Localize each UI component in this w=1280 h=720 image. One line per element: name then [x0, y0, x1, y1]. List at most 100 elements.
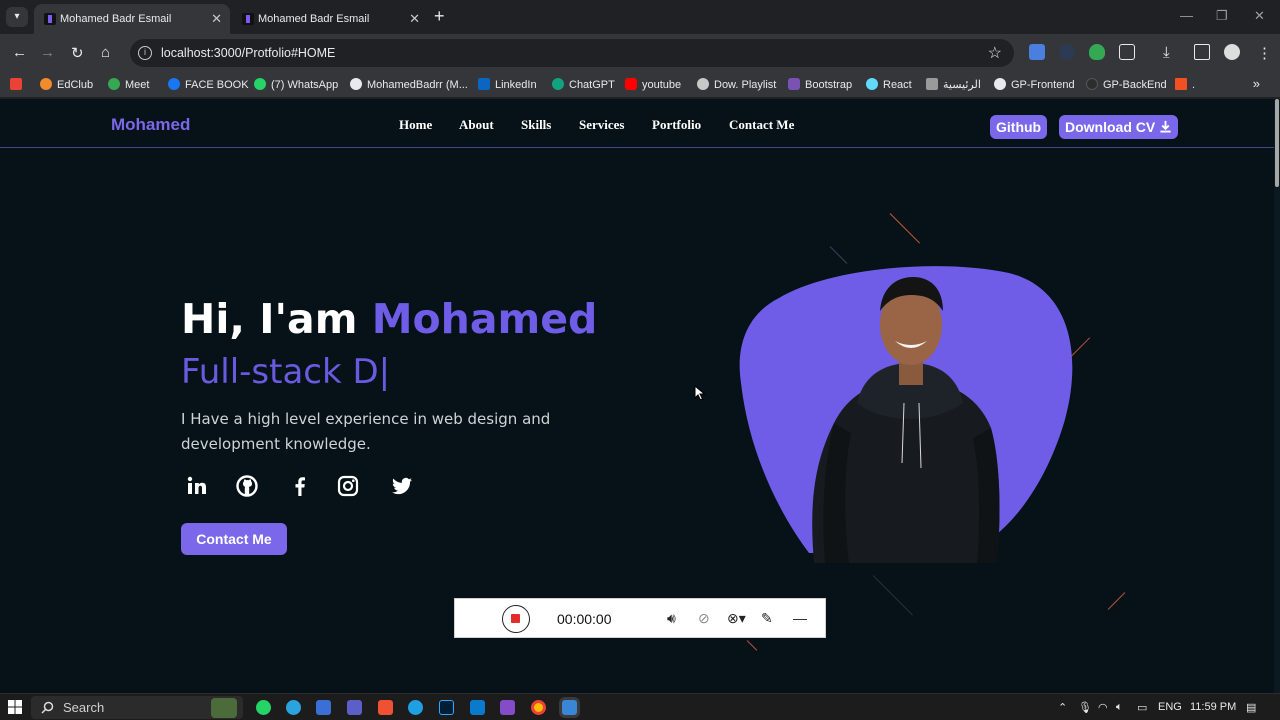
minimize-recorder-icon[interactable]: —: [793, 610, 807, 626]
mouse-cursor-icon: [694, 385, 706, 401]
wifi-icon[interactable]: ◠: [1098, 701, 1108, 714]
tab-inactive[interactable]: Mohamed Badr Esmail ✕: [232, 4, 428, 34]
screen-recorder-app-icon[interactable]: [562, 700, 577, 715]
visual-studio-app-icon[interactable]: [500, 700, 515, 715]
react-devtools-icon[interactable]: [1059, 44, 1075, 60]
bookmark-facebook[interactable]: FACE BOOK: [168, 78, 249, 91]
edge-app-icon[interactable]: [408, 700, 423, 715]
download-icon: [1160, 120, 1171, 133]
nav-contact[interactable]: Contact Me: [729, 117, 794, 133]
speaker-icon[interactable]: 🔊︎: [667, 610, 676, 627]
forward-icon[interactable]: →: [40, 44, 55, 61]
git-app-icon[interactable]: [378, 700, 393, 715]
whatsapp-app-icon[interactable]: [256, 700, 271, 715]
search-icon: [41, 701, 54, 714]
recording-timer: 00:00:00: [557, 611, 612, 627]
home-icon[interactable]: ⌂: [101, 44, 110, 61]
extensions-puzzle-icon[interactable]: [1119, 44, 1135, 60]
scrollbar-thumb[interactable]: [1275, 99, 1279, 187]
profile-avatar[interactable]: [1224, 44, 1240, 60]
microphone-off-icon[interactable]: ⊘: [698, 610, 710, 627]
close-window-icon[interactable]: ✕: [1254, 8, 1265, 24]
back-icon[interactable]: ←: [12, 44, 27, 61]
browser-toolbar: ← → ↻ ⌂ i localhost:3000/Protfolio#HOME …: [0, 34, 1280, 72]
tab-title: Mohamed Badr Esmail: [60, 13, 172, 25]
url-text[interactable]: localhost:3000/Protfolio#HOME: [161, 46, 335, 60]
bookmark-linkedin[interactable]: LinkedIn: [478, 78, 537, 91]
screen-recorder-bar: 00:00:00 🔊︎ ⊘ ⊗▾ ✎ —: [454, 598, 826, 638]
shield-extension-icon[interactable]: [1089, 44, 1105, 60]
bookmark-star-icon[interactable]: ☆: [988, 43, 1002, 63]
task-view-icon[interactable]: [316, 700, 331, 715]
bookmark-gp-frontend[interactable]: GP-Frontend: [994, 78, 1075, 91]
tab-active[interactable]: Mohamed Badr Esmail ✕: [34, 4, 230, 34]
bookmark-whatsapp[interactable]: (7) WhatsApp: [254, 78, 338, 91]
bookmark-youtube[interactable]: youtube: [625, 78, 681, 91]
bookmark-edclub[interactable]: EdClub: [40, 78, 93, 91]
nav-home[interactable]: Home: [399, 117, 432, 133]
site-info-icon[interactable]: i: [138, 46, 152, 60]
bookmark-bootstrap[interactable]: Bootstrap: [788, 78, 852, 91]
new-tab-button[interactable]: +: [434, 6, 445, 27]
notifications-icon[interactable]: ▤: [1246, 701, 1256, 714]
search-highlight-icon: [211, 698, 237, 718]
windows-taskbar: Search ⌃ 🎙︎ ◠ 🔈︎ ▭ ENG 11:59 PM ▤: [0, 693, 1280, 720]
bookmarks-bar: EdClub Meet FACE BOOK (7) WhatsApp Moham…: [0, 72, 1280, 98]
pen-icon[interactable]: ✎: [761, 610, 773, 627]
reload-icon[interactable]: ↻: [71, 44, 84, 62]
bookmark-github-profile[interactable]: MohamedBadrr (M...: [350, 78, 468, 91]
close-tab-icon[interactable]: ✕: [211, 11, 222, 27]
gmail-bookmark-icon[interactable]: [10, 78, 27, 91]
translate-extension-icon[interactable]: [1029, 44, 1045, 60]
bookmark-meet[interactable]: Meet: [108, 78, 149, 91]
bookmark-playlist[interactable]: Dow. Playlist: [697, 78, 776, 91]
github-button[interactable]: Github: [990, 115, 1048, 139]
site-favicon-icon: [44, 13, 56, 25]
photoshop-app-icon[interactable]: [439, 700, 454, 715]
nav-skills[interactable]: Skills: [521, 117, 551, 133]
taskbar-search[interactable]: Search: [31, 696, 243, 719]
battery-icon[interactable]: ▭: [1137, 701, 1147, 714]
site-navbar: Mohamed Home About Skills Services Portf…: [0, 99, 1274, 148]
tab-strip: ▾ Mohamed Badr Esmail ✕ Mohamed Badr Esm…: [0, 0, 1280, 34]
more-bookmarks-icon[interactable]: »: [1253, 76, 1260, 91]
download-icon[interactable]: ⤓: [1163, 44, 1170, 61]
nav-about[interactable]: About: [459, 117, 494, 133]
decor-line: [889, 213, 921, 244]
bookmark-microsoft[interactable]: .: [1175, 78, 1195, 91]
menu-kebab-icon[interactable]: ⋮: [1257, 44, 1272, 62]
site-brand[interactable]: Mohamed: [111, 115, 190, 135]
instagram-icon[interactable]: [336, 474, 362, 500]
twitter-icon[interactable]: [390, 474, 416, 500]
download-cv-button[interactable]: Download CV: [1059, 115, 1179, 139]
github-icon[interactable]: [235, 474, 261, 500]
bookmark-gp-backend[interactable]: GP-BackEnd: [1086, 78, 1167, 91]
bookmark-arabic-home[interactable]: الرئيسية: [926, 78, 981, 91]
minimize-icon[interactable]: —: [1180, 8, 1193, 23]
microphone-icon[interactable]: 🎙︎: [1078, 701, 1092, 714]
language-indicator[interactable]: ENG: [1158, 701, 1182, 713]
tray-overflow-icon[interactable]: ⌃: [1058, 701, 1067, 714]
contact-me-button[interactable]: Contact Me: [181, 523, 287, 555]
nav-portfolio[interactable]: Portfolio: [652, 117, 701, 133]
telegram-app-icon[interactable]: [286, 700, 301, 715]
camera-off-icon[interactable]: ⊗▾: [727, 610, 746, 627]
address-bar[interactable]: i localhost:3000/Protfolio#HOME ☆: [130, 39, 1014, 67]
side-panel-icon[interactable]: [1194, 44, 1210, 60]
vscode-app-icon[interactable]: [470, 700, 485, 715]
close-tab-icon[interactable]: ✕: [409, 11, 420, 27]
restore-icon[interactable]: ❐: [1216, 8, 1228, 24]
bookmark-chatgpt[interactable]: ChatGPT: [552, 78, 615, 91]
teams-app-icon[interactable]: [347, 700, 362, 715]
page-scrollbar[interactable]: [1274, 99, 1280, 693]
nav-services[interactable]: Services: [579, 117, 624, 133]
bookmark-react[interactable]: React: [866, 78, 912, 91]
chrome-app-icon[interactable]: [531, 700, 546, 715]
linkedin-icon[interactable]: [185, 474, 211, 500]
tab-search-button[interactable]: ▾: [6, 7, 28, 27]
windows-start-icon[interactable]: [8, 700, 22, 714]
volume-icon[interactable]: 🔈︎: [1116, 701, 1123, 714]
stop-recording-button[interactable]: [502, 605, 530, 633]
facebook-icon[interactable]: [288, 474, 314, 500]
clock[interactable]: 11:59 PM: [1190, 701, 1236, 713]
